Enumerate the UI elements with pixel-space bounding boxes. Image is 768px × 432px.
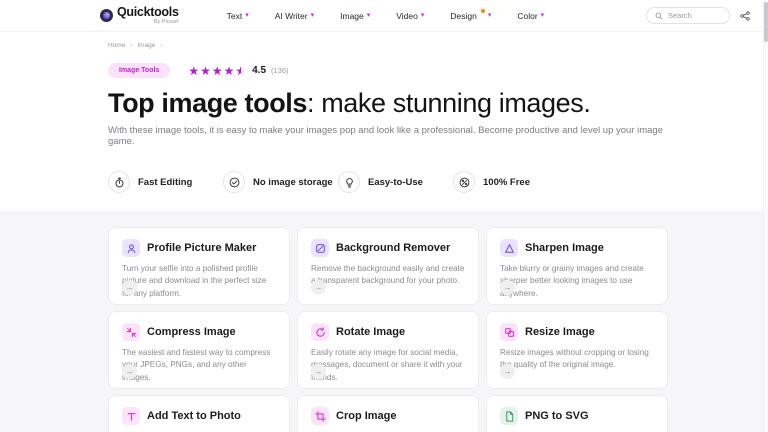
main-nav: Text ▾ AI Writer ▾ Image ▾ Video ▾ Design ▾ Color ▾: [227, 8, 544, 21]
breadcrumb-item-image[interactable]: Image: [137, 42, 155, 49]
arrow-right-icon[interactable]: →: [311, 364, 326, 379]
tool-card-description: Take blurry or grainy images and create …: [500, 264, 644, 298]
search-box[interactable]: [646, 7, 730, 24]
arrow-right-icon[interactable]: →: [311, 280, 326, 295]
share-icon[interactable]: [740, 10, 750, 21]
chevron-down-icon: ▾: [420, 11, 425, 19]
tool-card-title: Profile Picture Maker: [147, 242, 257, 254]
nav-item-design[interactable]: Design ▾: [450, 8, 492, 21]
arrow-right-icon[interactable]: →: [500, 280, 515, 295]
compress-icon: [122, 323, 140, 341]
scrollbar[interactable]: [763, 0, 768, 432]
png-to-svg-icon: [500, 407, 518, 425]
tool-card-description: Resize images without cropping or losing…: [500, 348, 649, 370]
tool-card-description: Remove the background easily and create …: [311, 264, 465, 286]
chevron-down-icon: ▾: [487, 11, 492, 19]
feature-fast-editing: Fast Editing: [108, 171, 223, 193]
arrow-right-icon[interactable]: →: [122, 364, 137, 379]
tool-card-description: Easily rotate any image for social media…: [311, 348, 463, 382]
breadcrumb-separator: ›: [130, 42, 133, 49]
chevron-down-icon: ▾: [245, 11, 249, 19]
tools-grid: Profile Picture Maker Turn your selfie i…: [108, 227, 668, 432]
background-remover-icon: [311, 239, 329, 257]
nav-item-video[interactable]: Video ▾: [396, 11, 424, 21]
feature-easy-to-use: Easy-to-Use: [338, 171, 453, 193]
arrow-right-icon[interactable]: →: [500, 364, 515, 379]
tool-card-title: Compress Image: [147, 326, 236, 338]
feature-100-free: 100% Free: [453, 171, 568, 193]
stopwatch-icon: [108, 171, 130, 193]
star-rating-icon: ★★★★★★★★★★: [188, 63, 248, 78]
tool-card-background-remover[interactable]: Background Remover Remove the background…: [297, 227, 479, 305]
tool-card-description: The easiest and fastest way to compress …: [122, 348, 271, 382]
tool-card-add-text-to-photo[interactable]: Add Text to Photo Make your photo's pop …: [108, 395, 290, 432]
search-input[interactable]: [668, 11, 721, 20]
tool-card-resize-image[interactable]: Resize Image Resize images without cropp…: [486, 311, 668, 389]
breadcrumb-item-home[interactable]: Home: [108, 42, 125, 49]
tool-card-title: Rotate Image: [336, 326, 406, 338]
tool-card-title: Add Text to Photo: [147, 410, 241, 422]
nav-item-text[interactable]: Text ▾: [227, 11, 249, 21]
rating: ★★★★★★★★★★ 4.5 (136): [188, 65, 288, 77]
feature-badges: Fast Editing No image storage Easy-to-Us…: [108, 171, 668, 193]
profile-picture-icon: [122, 239, 140, 257]
page-title-rest: : make stunning images.: [307, 88, 591, 118]
brand-name: Quicktools: [117, 5, 179, 19]
rotate-icon: [311, 323, 329, 341]
discount-icon: [453, 171, 475, 193]
nav-item-color[interactable]: Color ▾: [517, 11, 544, 21]
new-feature-dot: [480, 8, 485, 13]
page-title: Top image tools: make stunning images.: [108, 88, 668, 119]
crop-icon: [311, 407, 329, 425]
nav-item-ai-writer[interactable]: AI Writer ▾: [275, 11, 314, 21]
add-text-icon: [122, 407, 140, 425]
logo[interactable]: Quicktools By Picsart: [100, 6, 179, 25]
chevron-down-icon: ▾: [366, 11, 371, 19]
hero-section: Home › Image › Image Tools ★★★★★★★★★★ 4.5 (…: [0, 32, 768, 193]
tool-card-title: PNG to SVG: [525, 410, 589, 422]
page-title-bold: Top image tools: [108, 88, 308, 118]
resize-icon: [500, 323, 518, 341]
tool-card-rotate-image[interactable]: Rotate Image Easily rotate any image for…: [297, 311, 479, 389]
sharpen-icon: [500, 239, 518, 257]
image-tools-badge: Image Tools: [108, 63, 171, 78]
chevron-down-icon: ▾: [540, 11, 545, 19]
feature-no-image-storage: No image storage: [223, 171, 338, 193]
tool-card-crop-image[interactable]: Crop Image Is your image too big? Use ou…: [297, 395, 479, 432]
search-icon: [655, 12, 663, 19]
page-subtitle: With these image tools, it is easy to ma…: [108, 125, 663, 147]
tool-card-title: Resize Image: [525, 326, 595, 338]
tool-card-profile-picture-maker[interactable]: Profile Picture Maker Turn your selfie i…: [108, 227, 290, 305]
tool-card-png-to-svg[interactable]: PNG to SVG Convert your PNG images into …: [486, 395, 668, 432]
arrow-right-icon[interactable]: →: [122, 280, 137, 295]
tool-card-sharpen-image[interactable]: Sharpen Image Take blurry or grainy imag…: [486, 227, 668, 305]
tool-card-compress-image[interactable]: Compress Image The easiest and fastest w…: [108, 311, 290, 389]
rating-value: 4.5: [252, 65, 267, 76]
bulb-icon: [338, 171, 360, 193]
breadcrumb-separator: ›: [160, 42, 163, 49]
tool-card-title: Sharpen Image: [525, 242, 604, 254]
tool-card-title: Crop Image: [336, 410, 397, 422]
breadcrumb: Home › Image ›: [108, 42, 668, 49]
rating-count: (136): [271, 66, 289, 75]
tools-section: Profile Picture Maker Turn your selfie i…: [0, 211, 768, 432]
nav-item-image[interactable]: Image ▾: [340, 11, 370, 21]
header: Quicktools By Picsart Text ▾ AI Writer ▾ Ima…: [0, 0, 768, 32]
check-circle-icon: [223, 171, 245, 193]
scrollbar-thumb[interactable]: [763, 2, 768, 42]
tool-card-description: Turn your selfie into a polished profile…: [122, 264, 267, 298]
brand-subtitle: By Picsart: [153, 18, 179, 25]
chevron-down-icon: ▾: [310, 11, 315, 19]
quicktools-logo-icon: [100, 9, 113, 22]
tool-card-title: Background Remover: [336, 242, 451, 254]
